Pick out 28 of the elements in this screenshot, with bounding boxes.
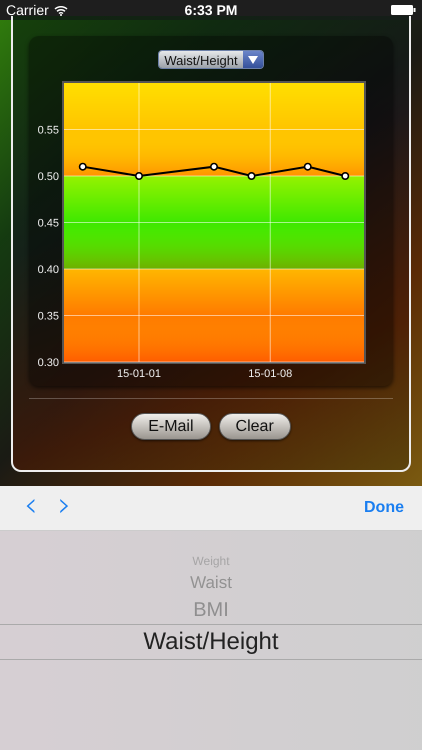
data-point [135,172,143,180]
y-tick-label: 0.30 [38,357,59,369]
picker-item[interactable]: Waist/Height [0,624,422,660]
carrier-label: Carrier [6,2,49,18]
data-point [248,172,256,180]
y-tick-label: 0.35 [38,310,59,322]
status-time: 6:33 PM [184,2,238,18]
y-tick-label: 0.40 [38,264,59,276]
data-point [210,162,218,171]
action-button[interactable]: E-Mail [131,413,211,440]
data-point [341,172,350,180]
y-tick-label: 0.55 [38,124,59,136]
caret-icon [248,56,258,64]
y-tick-label: 0.50 [38,171,59,183]
previous-button[interactable]: ‹ [14,488,48,522]
data-point [304,162,312,171]
y-tick-label: 0.45 [38,218,59,230]
battery-icon [390,5,416,15]
metric-dropdown[interactable]: Waist/Height [158,50,264,69]
action-button[interactable]: Clear [218,413,291,440]
x-tick-label: 15-01-01 [116,368,162,380]
data-point [78,162,87,171]
done-button[interactable]: Done [358,498,410,518]
wifi-icon [54,4,68,16]
picker-item[interactable]: Waist [0,569,422,596]
x-tick-label: 15-01-08 [248,368,292,380]
picker-item[interactable]: BMI [0,596,422,624]
next-button[interactable]: › [48,488,82,522]
